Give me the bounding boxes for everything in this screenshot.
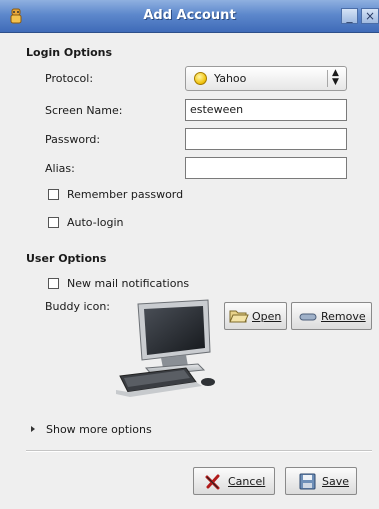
cancel-button-label: Cancel — [228, 475, 266, 488]
remember-password-label: Remember password — [67, 188, 184, 201]
protocol-selected-value: Yahoo — [214, 72, 247, 85]
password-label: Password: — [45, 133, 101, 146]
cancel-button[interactable]: Cancel — [193, 467, 275, 495]
open-button-label: Open — [252, 310, 282, 323]
close-icon: × — [364, 9, 376, 23]
screen-name-label: Screen Name: — [45, 104, 123, 117]
remove-button-label: Remove — [321, 310, 366, 323]
remember-password-box[interactable] — [48, 189, 59, 200]
action-separator — [26, 450, 372, 452]
chevron-up-down-icon: ▲ ▼ — [332, 68, 339, 87]
remove-icon — [299, 313, 317, 321]
window-title: Add Account — [143, 8, 236, 23]
screen-name-input[interactable]: esteween — [185, 99, 347, 121]
yahoo-smiley-icon — [194, 72, 207, 85]
new-mail-box[interactable] — [48, 278, 59, 289]
save-button[interactable]: Save — [285, 467, 357, 495]
login-options-heading: Login Options — [26, 46, 113, 59]
protocol-select[interactable]: Yahoo ▲ ▼ — [185, 66, 347, 91]
buddy-icon-image[interactable] — [116, 298, 220, 398]
auto-login-box[interactable] — [48, 217, 59, 228]
alias-label: Alias: — [45, 162, 75, 175]
title-bar[interactable]: Add Account _ × — [0, 0, 379, 33]
floppy-save-icon — [299, 473, 316, 490]
show-more-options-label: Show more options — [46, 423, 152, 436]
alias-input[interactable] — [185, 157, 347, 179]
minimize-icon: _ — [346, 9, 353, 23]
cancel-x-icon — [205, 474, 220, 490]
new-mail-label: New mail notifications — [67, 277, 190, 290]
buddy-icon-label: Buddy icon: — [45, 300, 111, 313]
remove-buddy-icon-button[interactable]: Remove — [291, 302, 372, 330]
user-options-heading: User Options — [26, 252, 107, 265]
protocol-label: Protocol: — [45, 72, 94, 85]
close-button[interactable]: × — [361, 8, 379, 24]
minimize-button[interactable]: _ — [341, 8, 358, 24]
open-buddy-icon-button[interactable]: Open — [224, 302, 287, 330]
save-button-label: Save — [322, 475, 350, 488]
select-divider — [327, 70, 328, 87]
auto-login-label: Auto-login — [67, 216, 124, 229]
password-input[interactable] — [185, 128, 347, 150]
folder-open-icon — [229, 310, 249, 323]
expander-arrow-icon — [31, 426, 35, 432]
add-account-dialog: Add Account _ × Login Options Protocol: … — [0, 0, 379, 509]
